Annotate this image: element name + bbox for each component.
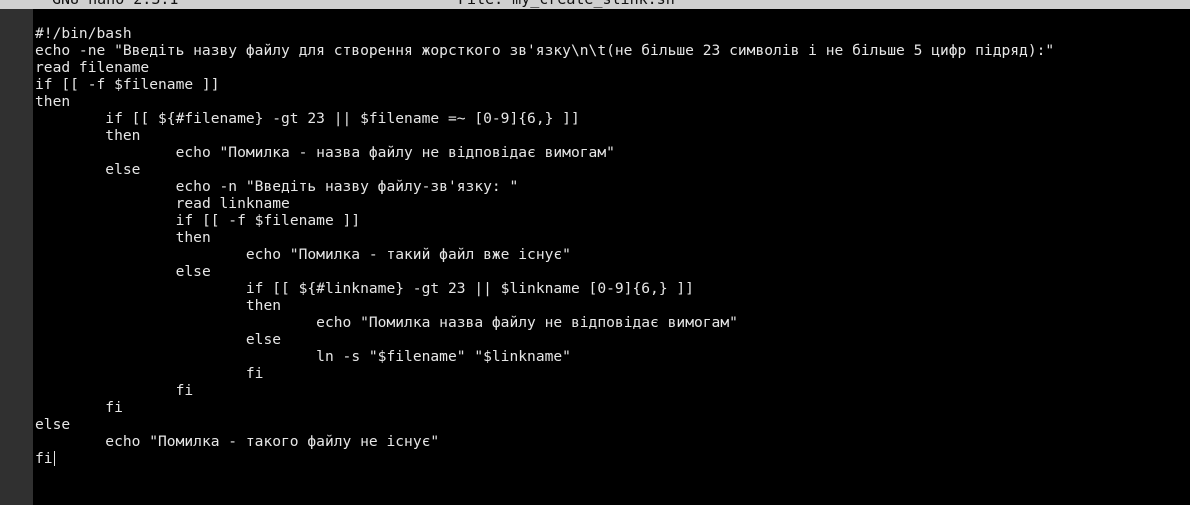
code-line-text: then [35, 229, 211, 246]
code-line[interactable]: fi [35, 450, 1054, 467]
code-line[interactable]: else [35, 416, 1054, 433]
code-line[interactable]: echo "Помилка - такий файл вже існує" [35, 246, 1054, 263]
code-line-text: then [35, 93, 71, 110]
code-line[interactable]: echo "Помилка назва файлу не відповідає … [35, 314, 1054, 331]
code-line[interactable]: then [35, 93, 1054, 110]
code-line[interactable]: if [[ ${#filename} -gt 23 || $filename =… [35, 110, 1054, 127]
code-line[interactable]: fi [35, 399, 1054, 416]
code-line[interactable]: echo -ne "Введіть назву файлу для створе… [35, 42, 1054, 59]
code-line-text: fi [35, 450, 53, 467]
code-line-text: if [[ -f $filename ]] [35, 212, 361, 229]
editor-version-label: GNU nano 2.3.1 [52, 0, 178, 8]
code-line-text: fi [35, 399, 123, 416]
code-line-text: if [[ -f $filename ]] [35, 76, 220, 93]
code-line-text: else [35, 263, 211, 280]
code-line-text: echo -n "Введіть назву файлу-зв'язку: " [35, 178, 519, 195]
nano-title-bar: GNU nano 2.3.1 File: my_create_slink.sh [0, 0, 1190, 9]
code-line-text: if [[ ${#filename} -gt 23 || $filename =… [35, 110, 580, 127]
code-line[interactable]: echo -n "Введіть назву файлу-зв'язку: " [35, 178, 1054, 195]
code-line-text: if [[ ${#linkname} -gt 23 || $linkname [… [35, 280, 694, 297]
code-line-text: else [35, 416, 71, 433]
code-line[interactable]: if [[ -f $filename ]] [35, 76, 1054, 93]
code-line-text: echo "Помилка назва файлу не відповідає … [35, 314, 738, 331]
text-cursor [53, 451, 55, 466]
code-line[interactable]: then [35, 127, 1054, 144]
code-line[interactable]: else [35, 263, 1054, 280]
code-buffer[interactable]: #!/bin/bash echo -ne "Введіть назву файлу… [35, 25, 1054, 467]
terminal-window: GNU nano 2.3.1 File: my_create_slink.sh … [0, 0, 1190, 505]
code-line-text: echo "Помилка - назва файлу не відповіда… [35, 144, 615, 161]
code-line-text: #!/bin/bash [35, 25, 132, 42]
code-line-text: fi [35, 365, 264, 382]
code-line[interactable]: ln -s "$filename" "$linkname" [35, 348, 1054, 365]
code-line[interactable]: echo "Помилка - назва файлу не відповіда… [35, 144, 1054, 161]
code-line-text: echo "Помилка - такого файлу не існує" [35, 433, 440, 450]
code-line[interactable]: else [35, 331, 1054, 348]
code-line[interactable]: else [35, 161, 1054, 178]
code-line-text: read linkname [35, 195, 290, 212]
code-line[interactable]: fi [35, 365, 1054, 382]
code-line-text: read filename [35, 59, 150, 76]
code-line[interactable]: #!/bin/bash [35, 25, 1054, 42]
code-line-text: else [35, 161, 141, 178]
file-name-label: File: my_create_slink.sh [458, 0, 675, 8]
code-line-text: then [35, 127, 141, 144]
code-line-text: fi [35, 382, 194, 399]
code-line[interactable]: then [35, 297, 1054, 314]
code-line-text: else [35, 331, 282, 348]
code-line[interactable]: read linkname [35, 195, 1054, 212]
code-line[interactable]: then [35, 229, 1054, 246]
code-line[interactable]: if [[ ${#linkname} -gt 23 || $linkname [… [35, 280, 1054, 297]
code-line-text: then [35, 297, 282, 314]
code-line[interactable]: if [[ -f $filename ]] [35, 212, 1054, 229]
code-line-text: ln -s "$filename" "$linkname" [35, 348, 571, 365]
code-line[interactable]: echo "Помилка - такого файлу не існує" [35, 433, 1054, 450]
code-line-text: echo "Помилка - такий файл вже існує" [35, 246, 571, 263]
code-line[interactable]: read filename [35, 59, 1054, 76]
editor-text-area[interactable]: #!/bin/bash echo -ne "Введіть назву файлу… [33, 9, 1190, 505]
window-left-gutter [0, 9, 33, 505]
code-line-text: echo -ne "Введіть назву файлу для створе… [35, 42, 1055, 59]
code-line[interactable]: fi [35, 382, 1054, 399]
